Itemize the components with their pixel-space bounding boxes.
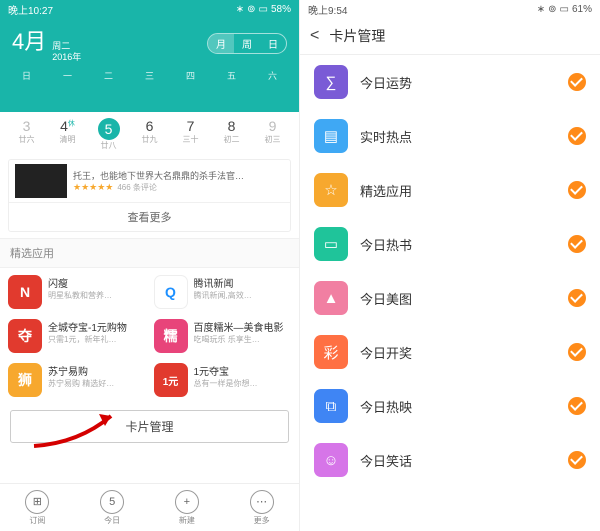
app-item[interactable]: Q腾讯新闻腾讯新闻,高效… (150, 270, 296, 314)
card-row-pics[interactable]: ▲今日美图 (300, 271, 600, 325)
section-apps-title: 精选应用 (0, 238, 299, 268)
app-icon: 糯 (154, 319, 188, 353)
app-item[interactable]: 1元1元夺宝总有一样是你想… (150, 358, 296, 402)
star-icon: ☆ (314, 173, 348, 207)
star-rating-icon: ★★★★★ (73, 182, 113, 192)
month-display[interactable]: 4月 周二 2016年 (12, 24, 81, 63)
news-icon: ▤ (314, 119, 348, 153)
battery-pct: 58% (271, 4, 291, 15)
app-item[interactable]: 夺全城夺宝-1元购物只需1元，新年礼… (4, 314, 150, 358)
checked-icon[interactable] (568, 343, 586, 361)
status-time: 晚上9:54 (308, 2, 347, 17)
card-row-hotspot[interactable]: ▤实时热点 (300, 109, 600, 163)
checked-icon[interactable] (568, 451, 586, 469)
bluetooth-icon: ∗ (537, 4, 545, 15)
arrow-annotation-icon (29, 408, 119, 448)
weekday-row: 日一二三四五六 (0, 69, 299, 82)
seg-month[interactable]: 月 (208, 34, 234, 53)
battery-icon: ▭ (560, 4, 569, 15)
card-row-lottery[interactable]: 彩今日开奖 (300, 325, 600, 379)
thumb-image (15, 164, 67, 198)
day-7[interactable]: 7三十 (170, 116, 211, 153)
app-icon: 1元 (154, 363, 188, 397)
calendar-header: 晚上10:27 ∗ ⊚ ▭ 58% 4月 周二 2016年 月 周 日 (0, 0, 299, 112)
checked-icon[interactable] (568, 73, 586, 91)
tab-more[interactable]: ⋯更多 (224, 484, 299, 531)
card-row-jokes[interactable]: ☺今日笑话 (300, 433, 600, 487)
back-icon[interactable]: < (310, 27, 319, 45)
day-9[interactable]: 9初三 (252, 116, 293, 153)
checked-icon[interactable] (568, 181, 586, 199)
month-label: 4月 (12, 24, 46, 56)
page-title: 卡片管理 (329, 26, 385, 46)
seg-week[interactable]: 周 (234, 34, 260, 53)
date-row: 3廿六 4休清明 5廿八 6廿九 7三十 8初二 9初三 (0, 112, 299, 153)
lottery-icon: 彩 (314, 335, 348, 369)
card-management-button[interactable]: 卡片管理 (10, 410, 289, 443)
picture-icon: ▲ (314, 281, 348, 315)
page-header: < 卡片管理 (300, 18, 600, 55)
seg-day[interactable]: 日 (260, 34, 286, 53)
film-icon: ⧉ (314, 389, 348, 423)
day-3[interactable]: 3廿六 (6, 116, 47, 153)
left-phone: 晚上10:27 ∗ ⊚ ▭ 58% 4月 周二 2016年 月 周 日 (0, 0, 300, 531)
apps-grid: N闪瘦明星私教和营养… Q腾讯新闻腾讯新闻,高效… 夺全城夺宝-1元购物只需1元… (0, 268, 299, 404)
featured-snippet: 托王，也能地下世界大名鼎鼎的杀手法官… (73, 169, 284, 182)
wifi-icon: ⊚ (247, 4, 255, 15)
status-right: ∗ ⊚ ▭ 61% (537, 4, 592, 15)
checked-icon[interactable] (568, 127, 586, 145)
tab-subscribe[interactable]: ⊞订阅 (0, 484, 75, 531)
status-right: ∗ ⊚ ▭ 58% (236, 4, 291, 15)
bottom-tabbar: ⊞订阅 5今日 +新建 ⋯更多 (0, 483, 299, 531)
app-item[interactable]: N闪瘦明星私教和营养… (4, 270, 150, 314)
featured-card[interactable]: 托王，也能地下世界大名鼎鼎的杀手法官… ★★★★★ 466 条评论 查看更多 (8, 159, 291, 232)
checked-icon[interactable] (568, 397, 586, 415)
checked-icon[interactable] (568, 235, 586, 253)
day-8[interactable]: 8初二 (211, 116, 252, 153)
grid-icon: ⊞ (25, 490, 49, 514)
tab-new[interactable]: +新建 (150, 484, 225, 531)
card-row-movies[interactable]: ⧉今日热映 (300, 379, 600, 433)
month-sub: 周二 2016年 (52, 41, 81, 63)
review-count: 466 条评论 (117, 183, 157, 192)
status-bar: 晚上10:27 ∗ ⊚ ▭ 58% (0, 0, 299, 18)
app-item[interactable]: 糯百度糯米—美食电影吃喝玩乐 乐享生… (150, 314, 296, 358)
smile-icon: ☺ (314, 443, 348, 477)
bluetooth-icon: ∗ (236, 4, 244, 15)
app-icon: N (8, 275, 42, 309)
dots-icon: ⋯ (250, 490, 274, 514)
battery-pct: 61% (572, 4, 592, 15)
book-icon: ▭ (314, 227, 348, 261)
battery-icon: ▭ (259, 4, 268, 15)
day-4[interactable]: 4休清明 (47, 116, 88, 153)
right-phone: 晚上9:54 ∗ ⊚ ▭ 61% < 卡片管理 ∑今日运势 ▤实时热点 ☆精选应… (300, 0, 600, 531)
card-list[interactable]: ∑今日运势 ▤实时热点 ☆精选应用 ▭今日热书 ▲今日美图 彩今日开奖 ⧉今日热… (300, 55, 600, 487)
app-icon: 狮 (8, 363, 42, 397)
wifi-icon: ⊚ (548, 4, 556, 15)
fortune-icon: ∑ (314, 65, 348, 99)
tab-today[interactable]: 5今日 (75, 484, 150, 531)
day-6[interactable]: 6廿九 (129, 116, 170, 153)
date-icon: 5 (100, 490, 124, 514)
app-icon: 夺 (8, 319, 42, 353)
status-time: 晚上10:27 (8, 2, 53, 17)
day-5[interactable]: 5廿八 (88, 116, 129, 153)
card-row-books[interactable]: ▭今日热书 (300, 217, 600, 271)
see-more-button[interactable]: 查看更多 (9, 202, 290, 231)
status-bar: 晚上9:54 ∗ ⊚ ▭ 61% (300, 0, 600, 18)
card-row-apps[interactable]: ☆精选应用 (300, 163, 600, 217)
view-segmented[interactable]: 月 周 日 (207, 33, 287, 54)
card-row-fortune[interactable]: ∑今日运势 (300, 55, 600, 109)
app-item[interactable]: 狮苏宁易购苏宁易购 精选好… (4, 358, 150, 402)
app-icon: Q (154, 275, 188, 309)
plus-icon: + (175, 490, 199, 514)
checked-icon[interactable] (568, 289, 586, 307)
